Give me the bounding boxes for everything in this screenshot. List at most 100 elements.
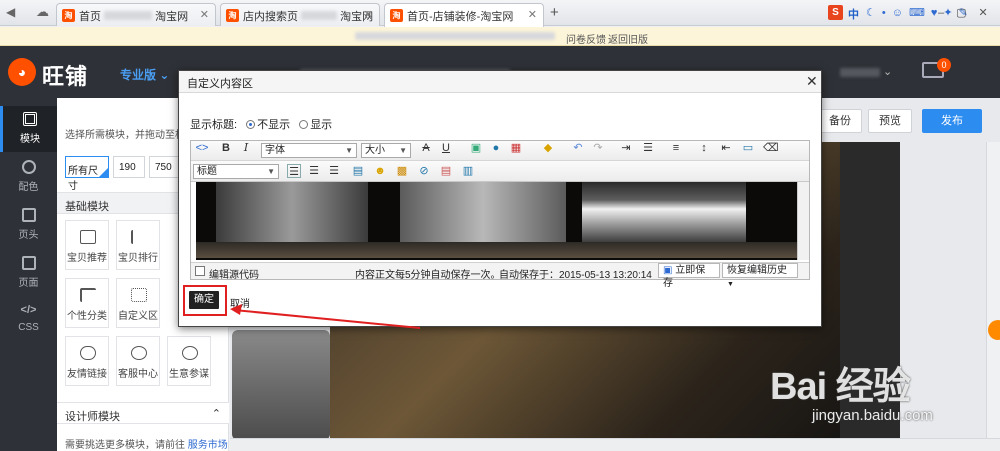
ok-button[interactable]: 确定 — [189, 291, 219, 309]
align-left-icon[interactable]: ☰ — [287, 164, 301, 178]
font-family-select[interactable]: 字体 ▼ — [261, 143, 357, 158]
close-tab-icon[interactable]: ✕ — [528, 8, 537, 21]
autosave-time: 自动保存于：2015-05-13 13:20:14 — [499, 270, 652, 281]
strikethrough-icon[interactable]: A — [419, 141, 433, 155]
close-tab-icon[interactable]: ✕ — [200, 8, 209, 21]
ranking-icon — [131, 230, 147, 244]
undo-icon[interactable]: ↶ — [571, 141, 585, 155]
insert-image-icon[interactable]: ▣ — [469, 141, 483, 155]
autosave-note: 内容正文每5分钟自动保存一次。 — [355, 270, 501, 281]
sidebar-item-header[interactable]: 页头 — [0, 202, 57, 248]
align-right-icon[interactable]: ☰ — [327, 164, 341, 178]
flash-icon[interactable]: ⊘ — [417, 164, 431, 178]
headset-icon — [131, 346, 147, 360]
gallery-icon[interactable]: ▩ — [395, 164, 409, 178]
select-value: 字体 — [265, 145, 285, 156]
module-item-service[interactable]: 客服中心 — [116, 336, 160, 386]
sidebar-item-css[interactable]: </> CSS — [0, 298, 57, 344]
bold-icon[interactable]: B — [219, 141, 233, 155]
grid-icon — [131, 288, 147, 302]
module-item-custom[interactable]: 自定义区 — [116, 278, 160, 328]
chevron-up-icon: ⌃ — [211, 408, 221, 420]
module-item-recommend[interactable]: 宝贝推荐 — [65, 220, 109, 270]
module-label: 自定义区 — [118, 311, 158, 322]
page-icon — [21, 256, 36, 270]
cloud-icon[interactable]: ☁ — [36, 4, 49, 20]
back-to-old-version-link[interactable]: 返回旧版 — [608, 31, 648, 46]
survey-feedback-link[interactable]: 问卷反馈 — [566, 31, 606, 46]
video-icon[interactable]: ▤ — [439, 164, 453, 178]
canvas-horizontal-scrollbar[interactable] — [230, 438, 1000, 451]
browser-tab-3-active[interactable]: 淘 首页-店铺装修-淘宝网 ✕ — [384, 3, 544, 27]
left-sidebar: 模块 配色 页头 页面 </> CSS — [0, 98, 57, 451]
sidebar-item-colors[interactable]: 配色 — [0, 154, 57, 200]
grid-icon — [23, 112, 37, 126]
dialog-close-icon[interactable]: ✕ — [806, 73, 818, 90]
redo-icon[interactable]: ↷ — [591, 141, 605, 155]
sidebar-item-modules[interactable]: 模块 — [0, 106, 57, 152]
ime-language-label[interactable]: 中 — [848, 6, 859, 22]
arrow-head — [230, 304, 242, 315]
back-icon[interactable]: ◀ — [6, 5, 15, 19]
outdent-icon[interactable]: ⇤ — [719, 141, 733, 155]
chevron-down-icon: ▼ — [267, 167, 275, 176]
designer-hint-text: 需要挑选更多模块，请前往 — [65, 440, 185, 451]
brand-name: 旺铺 — [42, 64, 89, 89]
module-item-links[interactable]: 友情链接 — [65, 336, 109, 386]
redacted-text — [355, 32, 555, 40]
module-item-ranking[interactable]: 宝贝排行 — [116, 220, 160, 270]
backup-button[interactable]: 备份 — [818, 109, 862, 133]
source-toggle-icon[interactable]: <> — [195, 141, 209, 155]
panel-hint: 选择所需模块，并拖动至相应 — [65, 130, 195, 141]
align-justify-icon[interactable]: ▤ — [351, 164, 365, 178]
editor-vertical-scrollbar[interactable] — [797, 182, 809, 260]
content-product-image-3 — [582, 182, 746, 242]
canvas-vertical-scrollbar[interactable] — [986, 142, 1000, 438]
emoticon-icon[interactable]: ☻ — [373, 164, 387, 178]
restore-history-button[interactable]: 恢复编辑历史 ▼ — [722, 263, 798, 288]
designer-modules-header[interactable]: 设计师模块 ⌃ — [57, 402, 229, 424]
show-title-row: 显示标题: 不显示 显示 — [190, 116, 332, 132]
source-code-checkbox[interactable] — [195, 266, 205, 276]
new-tab-button[interactable]: + — [550, 4, 559, 21]
tab-title-suffix: 淘宝网 — [155, 11, 189, 23]
preview-button[interactable]: 预览 — [868, 109, 912, 133]
size-filter-190[interactable]: 190 — [113, 156, 145, 178]
baidu-watermark-url: jingyan.baidu.com — [812, 407, 933, 424]
line-height-icon[interactable]: ↕ — [697, 141, 711, 155]
browser-tab-1[interactable]: 淘 首页 淘宝网 ✕ — [56, 3, 216, 26]
restore-history-label: 恢复编辑历史 — [727, 265, 787, 276]
radio-hide-title[interactable] — [246, 120, 256, 129]
align-center-icon[interactable]: ☰ — [307, 164, 321, 178]
window-controls[interactable]: –▢✕ — [938, 6, 1000, 19]
font-size-select[interactable]: 大小 ▼ — [361, 143, 411, 158]
module-item-analytics[interactable]: 生意参谋 — [167, 336, 211, 386]
chevron-down-icon[interactable]: ⌄ — [883, 65, 892, 78]
ordered-list-icon[interactable]: ≡ — [669, 141, 683, 155]
map-icon[interactable]: ▥ — [461, 164, 475, 178]
size-filter-750[interactable]: 750 — [149, 156, 181, 178]
module-item-category[interactable]: 个性分类 — [65, 278, 109, 328]
clear-format-icon[interactable]: ⌫ — [763, 141, 779, 155]
radio-show-title[interactable] — [299, 120, 309, 129]
save-now-button[interactable]: ▣ 立即保存 — [658, 263, 720, 289]
unordered-list-icon[interactable]: ☰ — [641, 141, 655, 155]
heading-select[interactable]: 标题 ▼ — [193, 164, 279, 179]
italic-icon[interactable]: I — [239, 141, 253, 155]
content-product-image-1 — [216, 182, 368, 242]
publish-button[interactable]: 发布 — [922, 109, 982, 133]
taobao-favicon-icon: 淘 — [62, 9, 75, 22]
sidebar-item-page[interactable]: 页面 — [0, 250, 57, 296]
insert-link-icon[interactable]: ● — [489, 141, 503, 155]
edition-dropdown[interactable]: 专业版 ⌄ — [120, 66, 169, 83]
indent-icon[interactable]: ⇥ — [619, 141, 633, 155]
sogou-ime-logo[interactable]: S — [828, 5, 843, 20]
service-market-link[interactable]: 服务市场 — [188, 440, 228, 451]
browser-tab-2[interactable]: 淘 店内搜索页 淘宝网 ✕ — [220, 3, 380, 26]
fill-color-icon[interactable]: ◆ — [541, 141, 555, 155]
redacted-text — [301, 11, 338, 20]
close-tab-icon[interactable]: ✕ — [364, 8, 373, 21]
underline-icon[interactable]: U — [439, 141, 453, 155]
preview-icon[interactable]: ▭ — [741, 141, 755, 155]
table-icon[interactable]: ▦ — [509, 141, 523, 155]
